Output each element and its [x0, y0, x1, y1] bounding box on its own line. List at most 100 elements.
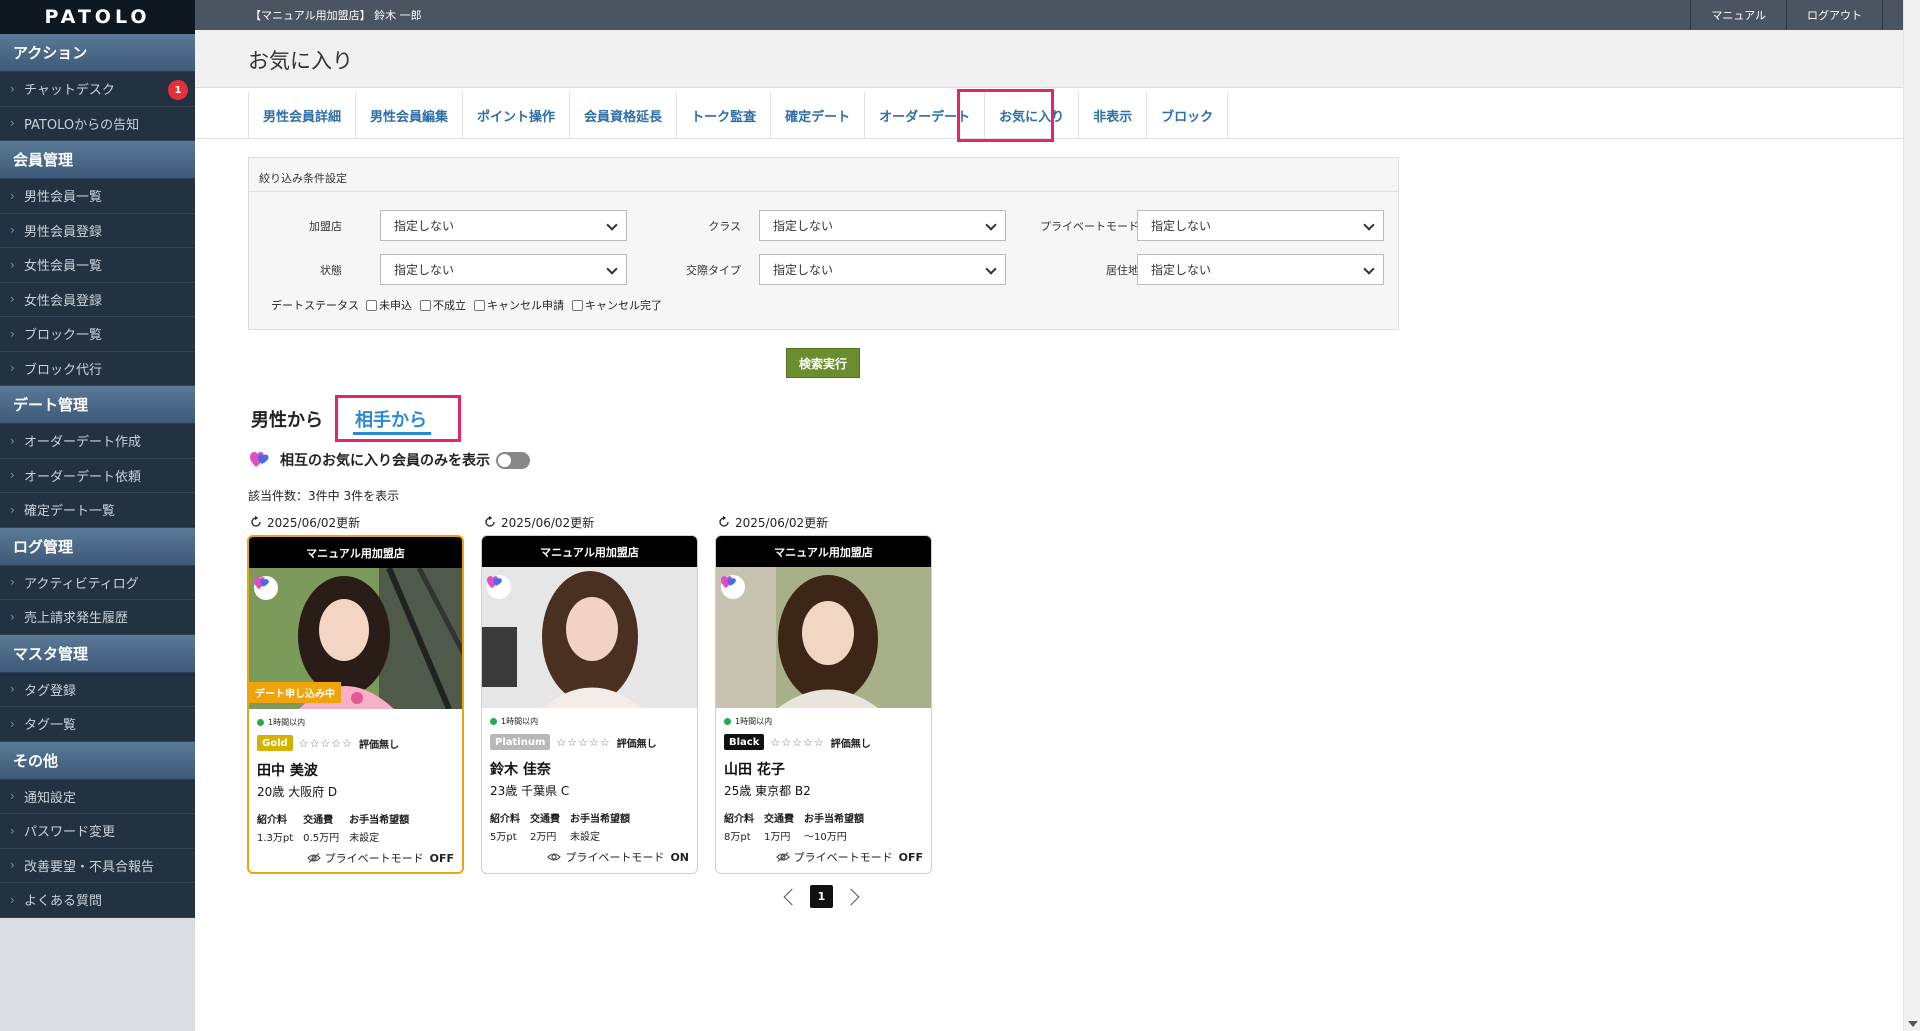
sidebar-item-activity-log[interactable]: アクティビティログ: [0, 565, 195, 600]
sidebar-item-label: 男性会員登録: [24, 224, 103, 240]
next-page-chevron-icon[interactable]: [842, 888, 860, 905]
checkbox[interactable]: [572, 299, 583, 311]
sidebar-item-password-change[interactable]: パスワード変更: [0, 814, 195, 849]
residence-select[interactable]: 指定しない: [1137, 254, 1384, 285]
sidebar-section-members: 会員管理: [0, 141, 195, 179]
fee-label: 紹介料: [490, 814, 520, 825]
tab-membership-extend[interactable]: 会員資格延長: [570, 92, 678, 139]
favorite-hearts-icon: [721, 575, 745, 599]
private-mode-status: プライベートモード OFF: [775, 849, 923, 865]
filter-panel: 絞り込み条件設定 加盟店 指定しない クラス 指定しない プライベートモード 指…: [248, 157, 1399, 330]
sidebar-item-male-list[interactable]: 男性会員一覧: [0, 179, 195, 214]
tab-male-edit[interactable]: 男性会員編集: [356, 92, 464, 139]
member-age-location: 23歳 千葉県 C: [490, 784, 570, 798]
tab-talk-audit[interactable]: トーク監査: [677, 92, 772, 139]
sidebar-item-chat-desk[interactable]: チャットデスク 1: [0, 72, 195, 107]
checkbox-cancel-requested[interactable]: キャンセル申請: [474, 297, 564, 313]
checkbox[interactable]: [474, 299, 485, 311]
status-select[interactable]: 指定しない: [380, 254, 627, 285]
card-store: マニュアル用加盟店: [482, 536, 697, 567]
checkbox[interactable]: [366, 299, 377, 311]
sidebar-item-block-proxy[interactable]: ブロック代行: [0, 351, 195, 386]
online-dot-icon: [490, 717, 497, 725]
sidebar-item-male-register[interactable]: 男性会員登録: [0, 213, 195, 248]
sidebar-item-faq[interactable]: よくある質問: [0, 883, 195, 918]
member-card[interactable]: マニュアル用加盟店 デート申し込み中 1時間以内 Gold ☆☆☆☆☆ 評価無し…: [247, 535, 464, 874]
date-status-row: デートステータス 未申込 不成立 キャンセル申請 キャンセル完了: [259, 297, 670, 313]
rank-badge: Black: [724, 734, 765, 750]
store-select[interactable]: 指定しない: [380, 210, 627, 241]
private-mode-state: ON: [670, 850, 689, 864]
current-user: 【マニュアル用加盟店】 鈴木 一郎: [250, 9, 422, 22]
sidebar-item-tag-register[interactable]: タグ登録: [0, 672, 195, 707]
sidebar-section-master: マスタ管理: [0, 634, 195, 673]
checkbox-label: キャンセル完了: [585, 299, 662, 312]
scroll-down-arrow-icon[interactable]: [1908, 1021, 1918, 1027]
online-text: 1時間以内: [501, 716, 539, 726]
checkbox-cancel-completed[interactable]: キャンセル完了: [572, 297, 662, 313]
sidebar-item-order-date-create[interactable]: オーダーデート作成: [0, 424, 195, 459]
sidebar-item-label: ブロック代行: [24, 362, 103, 378]
tab-male-detail[interactable]: 男性会員詳細: [249, 92, 357, 139]
sidebar-item-feedback[interactable]: 改善要望・不具合報告: [0, 848, 195, 883]
sidebar-section-action: アクション: [0, 34, 195, 72]
card-wrapper: 2025/06/02更新 マニュアル用加盟店 1時間以内 Black ☆☆☆☆☆…: [715, 511, 932, 874]
sidebar-item-tag-list[interactable]: タグ一覧: [0, 707, 195, 742]
online-text: 1時間以内: [268, 717, 306, 727]
sidebar-item-label: ブロック一覧: [24, 328, 103, 344]
sidebar-item-label: オーダーデート依頼: [24, 469, 142, 485]
tab-confirmed-dates[interactable]: 確定デート: [771, 92, 866, 139]
page-header: お気に入り: [195, 30, 1903, 88]
updated-row: 2025/06/02更新: [247, 511, 464, 533]
card-wrapper: 2025/06/02更新 マニュアル用加盟店 1時間以内 Platinum ☆☆…: [481, 511, 698, 874]
manual-link[interactable]: マニュアル: [1690, 0, 1786, 30]
fee-value: 0.5万円: [303, 833, 340, 844]
relation-type-select[interactable]: 指定しない: [759, 254, 1006, 285]
checkbox-failed[interactable]: 不成立: [420, 297, 466, 313]
photo-image: [482, 567, 697, 708]
tab-block[interactable]: ブロック: [1147, 92, 1229, 139]
fee-label: 交通費: [303, 815, 334, 826]
member-card[interactable]: マニュアル用加盟店 1時間以内 Platinum ☆☆☆☆☆ 評価無し 鈴木 佳…: [481, 535, 698, 874]
page-number-current[interactable]: 1: [810, 885, 833, 908]
notification-badge: 1: [168, 80, 188, 100]
fee-value: 未設定: [570, 832, 600, 843]
sidebar-item-order-date-request[interactable]: オーダーデート依頼: [0, 458, 195, 493]
sidebar-item-billing-history[interactable]: 売上請求発生履歴: [0, 600, 195, 635]
member-tabs: 男性会員詳細 男性会員編集 ポイント操作 会員資格延長 トーク監査 確定デート …: [248, 92, 1229, 139]
checkbox-not-applied[interactable]: 未申込: [366, 297, 412, 313]
from-male-tab[interactable]: 男性から: [251, 406, 323, 432]
logo[interactable]: PATOLO: [0, 0, 195, 34]
sidebar-item-female-register[interactable]: 女性会員登録: [0, 282, 195, 317]
private-mode-label: プライベートモード: [565, 851, 665, 864]
search-button[interactable]: 検索実行: [786, 348, 860, 378]
tab-points[interactable]: ポイント操作: [463, 92, 571, 139]
favorite-hearts-icon: [254, 576, 278, 600]
filter-title: 絞り込み条件設定: [259, 172, 347, 185]
top-bar: 【マニュアル用加盟店】 鈴木 一郎 マニュアル ログアウト: [195, 0, 1903, 30]
tab-hidden[interactable]: 非表示: [1079, 92, 1148, 139]
sidebar-item-female-list[interactable]: 女性会員一覧: [0, 248, 195, 283]
online-dot-icon: [257, 718, 264, 726]
sidebar-item-confirmed-dates[interactable]: 確定デート一覧: [0, 493, 195, 528]
fee-label: お手当希望額: [349, 815, 410, 826]
page-title: お気に入り: [248, 49, 353, 73]
class-select[interactable]: 指定しない: [759, 210, 1006, 241]
sidebar: PATOLO アクション チャットデスク 1 PATOLOからの告知 会員管理 …: [0, 0, 195, 1031]
member-card[interactable]: マニュアル用加盟店 1時間以内 Black ☆☆☆☆☆ 評価無し 山田 花子 2…: [715, 535, 932, 874]
evaluation-text: 評価無し: [358, 739, 399, 751]
fee-label: 紹介料: [257, 815, 287, 826]
sidebar-item-label: タグ一覧: [24, 718, 77, 734]
prev-page-chevron-icon[interactable]: [783, 888, 801, 905]
rank-row: Platinum ☆☆☆☆☆ 評価無し: [490, 734, 689, 750]
sidebar-item-announcements[interactable]: PATOLOからの告知: [0, 106, 195, 141]
sidebar-item-notification-settings[interactable]: 通知設定: [0, 779, 195, 814]
mutual-toggle[interactable]: [496, 451, 530, 469]
checkbox[interactable]: [420, 299, 431, 311]
vertical-scrollbar[interactable]: [1903, 0, 1920, 1031]
member-name: 鈴木 佳奈: [490, 762, 551, 778]
sidebar-item-block-list[interactable]: ブロック一覧: [0, 317, 195, 352]
evaluation-text: 評価無し: [830, 738, 871, 750]
logout-link[interactable]: ログアウト: [1786, 0, 1883, 30]
private-mode-select[interactable]: 指定しない: [1137, 210, 1384, 241]
